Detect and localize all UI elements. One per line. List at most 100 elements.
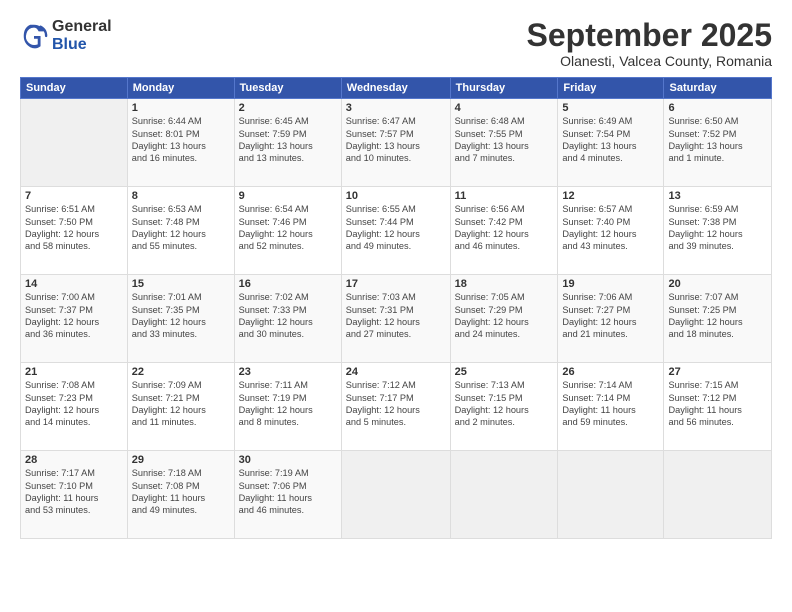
- calendar-cell: 5Sunrise: 6:49 AM Sunset: 7:54 PM Daylig…: [558, 99, 664, 187]
- title-block: September 2025 Olanesti, Valcea County, …: [527, 18, 772, 69]
- day-info: Sunrise: 7:11 AM Sunset: 7:19 PM Dayligh…: [239, 379, 337, 429]
- day-number: 3: [346, 102, 446, 114]
- calendar-cell: 15Sunrise: 7:01 AM Sunset: 7:35 PM Dayli…: [127, 275, 234, 363]
- day-number: 5: [562, 102, 659, 114]
- day-info: Sunrise: 6:44 AM Sunset: 8:01 PM Dayligh…: [132, 115, 230, 165]
- calendar-cell: 11Sunrise: 6:56 AM Sunset: 7:42 PM Dayli…: [450, 187, 558, 275]
- day-info: Sunrise: 7:17 AM Sunset: 7:10 PM Dayligh…: [25, 467, 123, 517]
- calendar-cell: 1Sunrise: 6:44 AM Sunset: 8:01 PM Daylig…: [127, 99, 234, 187]
- day-info: Sunrise: 6:59 AM Sunset: 7:38 PM Dayligh…: [668, 203, 767, 253]
- day-number: 23: [239, 366, 337, 378]
- day-number: 22: [132, 366, 230, 378]
- calendar-cell: 8Sunrise: 6:53 AM Sunset: 7:48 PM Daylig…: [127, 187, 234, 275]
- weekday-header-monday: Monday: [127, 78, 234, 99]
- calendar-cell: 16Sunrise: 7:02 AM Sunset: 7:33 PM Dayli…: [234, 275, 341, 363]
- calendar-cell: 29Sunrise: 7:18 AM Sunset: 7:08 PM Dayli…: [127, 451, 234, 539]
- calendar-cell: 3Sunrise: 6:47 AM Sunset: 7:57 PM Daylig…: [341, 99, 450, 187]
- calendar-week-4: 21Sunrise: 7:08 AM Sunset: 7:23 PM Dayli…: [21, 363, 772, 451]
- day-info: Sunrise: 6:47 AM Sunset: 7:57 PM Dayligh…: [346, 115, 446, 165]
- calendar-cell: 25Sunrise: 7:13 AM Sunset: 7:15 PM Dayli…: [450, 363, 558, 451]
- day-number: 2: [239, 102, 337, 114]
- weekday-header-saturday: Saturday: [664, 78, 772, 99]
- day-info: Sunrise: 7:05 AM Sunset: 7:29 PM Dayligh…: [455, 291, 554, 341]
- day-info: Sunrise: 7:12 AM Sunset: 7:17 PM Dayligh…: [346, 379, 446, 429]
- day-info: Sunrise: 6:56 AM Sunset: 7:42 PM Dayligh…: [455, 203, 554, 253]
- day-info: Sunrise: 6:54 AM Sunset: 7:46 PM Dayligh…: [239, 203, 337, 253]
- day-number: 6: [668, 102, 767, 114]
- calendar-cell: 14Sunrise: 7:00 AM Sunset: 7:37 PM Dayli…: [21, 275, 128, 363]
- day-number: 10: [346, 190, 446, 202]
- calendar-cell: [664, 451, 772, 539]
- calendar-cell: 27Sunrise: 7:15 AM Sunset: 7:12 PM Dayli…: [664, 363, 772, 451]
- day-number: 20: [668, 278, 767, 290]
- logo-icon: [20, 22, 48, 50]
- day-number: 17: [346, 278, 446, 290]
- day-number: 25: [455, 366, 554, 378]
- weekday-header-row: SundayMondayTuesdayWednesdayThursdayFrid…: [21, 78, 772, 99]
- location-subtitle: Olanesti, Valcea County, Romania: [527, 53, 772, 69]
- calendar-cell: 30Sunrise: 7:19 AM Sunset: 7:06 PM Dayli…: [234, 451, 341, 539]
- day-number: 26: [562, 366, 659, 378]
- day-info: Sunrise: 6:53 AM Sunset: 7:48 PM Dayligh…: [132, 203, 230, 253]
- weekday-header-sunday: Sunday: [21, 78, 128, 99]
- calendar-cell: 21Sunrise: 7:08 AM Sunset: 7:23 PM Dayli…: [21, 363, 128, 451]
- day-info: Sunrise: 7:15 AM Sunset: 7:12 PM Dayligh…: [668, 379, 767, 429]
- calendar-cell: 26Sunrise: 7:14 AM Sunset: 7:14 PM Dayli…: [558, 363, 664, 451]
- calendar-cell: 4Sunrise: 6:48 AM Sunset: 7:55 PM Daylig…: [450, 99, 558, 187]
- calendar-cell: 20Sunrise: 7:07 AM Sunset: 7:25 PM Dayli…: [664, 275, 772, 363]
- day-number: 21: [25, 366, 123, 378]
- day-number: 14: [25, 278, 123, 290]
- day-number: 18: [455, 278, 554, 290]
- day-info: Sunrise: 7:03 AM Sunset: 7:31 PM Dayligh…: [346, 291, 446, 341]
- month-title: September 2025: [527, 18, 772, 53]
- calendar-cell: [341, 451, 450, 539]
- calendar-cell: 10Sunrise: 6:55 AM Sunset: 7:44 PM Dayli…: [341, 187, 450, 275]
- day-info: Sunrise: 7:07 AM Sunset: 7:25 PM Dayligh…: [668, 291, 767, 341]
- day-info: Sunrise: 7:01 AM Sunset: 7:35 PM Dayligh…: [132, 291, 230, 341]
- day-info: Sunrise: 6:55 AM Sunset: 7:44 PM Dayligh…: [346, 203, 446, 253]
- calendar-week-2: 7Sunrise: 6:51 AM Sunset: 7:50 PM Daylig…: [21, 187, 772, 275]
- calendar-cell: 28Sunrise: 7:17 AM Sunset: 7:10 PM Dayli…: [21, 451, 128, 539]
- day-number: 30: [239, 454, 337, 466]
- day-info: Sunrise: 7:08 AM Sunset: 7:23 PM Dayligh…: [25, 379, 123, 429]
- day-number: 11: [455, 190, 554, 202]
- weekday-header-friday: Friday: [558, 78, 664, 99]
- calendar-cell: [450, 451, 558, 539]
- day-number: 4: [455, 102, 554, 114]
- logo-general-text: General: [52, 18, 112, 35]
- page-header: General Blue September 2025 Olanesti, Va…: [20, 18, 772, 69]
- day-info: Sunrise: 7:14 AM Sunset: 7:14 PM Dayligh…: [562, 379, 659, 429]
- weekday-header-tuesday: Tuesday: [234, 78, 341, 99]
- calendar-week-1: 1Sunrise: 6:44 AM Sunset: 8:01 PM Daylig…: [21, 99, 772, 187]
- day-info: Sunrise: 7:00 AM Sunset: 7:37 PM Dayligh…: [25, 291, 123, 341]
- logo-blue-text: Blue: [52, 36, 87, 53]
- day-info: Sunrise: 7:19 AM Sunset: 7:06 PM Dayligh…: [239, 467, 337, 517]
- weekday-header-wednesday: Wednesday: [341, 78, 450, 99]
- day-number: 15: [132, 278, 230, 290]
- calendar-cell: 22Sunrise: 7:09 AM Sunset: 7:21 PM Dayli…: [127, 363, 234, 451]
- calendar-cell: 18Sunrise: 7:05 AM Sunset: 7:29 PM Dayli…: [450, 275, 558, 363]
- day-info: Sunrise: 7:18 AM Sunset: 7:08 PM Dayligh…: [132, 467, 230, 517]
- calendar-cell: [558, 451, 664, 539]
- day-info: Sunrise: 7:02 AM Sunset: 7:33 PM Dayligh…: [239, 291, 337, 341]
- calendar-cell: 7Sunrise: 6:51 AM Sunset: 7:50 PM Daylig…: [21, 187, 128, 275]
- day-number: 12: [562, 190, 659, 202]
- day-info: Sunrise: 7:13 AM Sunset: 7:15 PM Dayligh…: [455, 379, 554, 429]
- day-number: 28: [25, 454, 123, 466]
- calendar-cell: 17Sunrise: 7:03 AM Sunset: 7:31 PM Dayli…: [341, 275, 450, 363]
- calendar-cell: [21, 99, 128, 187]
- day-info: Sunrise: 6:50 AM Sunset: 7:52 PM Dayligh…: [668, 115, 767, 165]
- calendar-cell: 9Sunrise: 6:54 AM Sunset: 7:46 PM Daylig…: [234, 187, 341, 275]
- day-number: 16: [239, 278, 337, 290]
- calendar-cell: 12Sunrise: 6:57 AM Sunset: 7:40 PM Dayli…: [558, 187, 664, 275]
- calendar-cell: 19Sunrise: 7:06 AM Sunset: 7:27 PM Dayli…: [558, 275, 664, 363]
- day-number: 19: [562, 278, 659, 290]
- calendar-week-5: 28Sunrise: 7:17 AM Sunset: 7:10 PM Dayli…: [21, 451, 772, 539]
- day-number: 7: [25, 190, 123, 202]
- day-number: 13: [668, 190, 767, 202]
- day-number: 27: [668, 366, 767, 378]
- day-info: Sunrise: 6:45 AM Sunset: 7:59 PM Dayligh…: [239, 115, 337, 165]
- day-number: 29: [132, 454, 230, 466]
- calendar-cell: 6Sunrise: 6:50 AM Sunset: 7:52 PM Daylig…: [664, 99, 772, 187]
- calendar-week-3: 14Sunrise: 7:00 AM Sunset: 7:37 PM Dayli…: [21, 275, 772, 363]
